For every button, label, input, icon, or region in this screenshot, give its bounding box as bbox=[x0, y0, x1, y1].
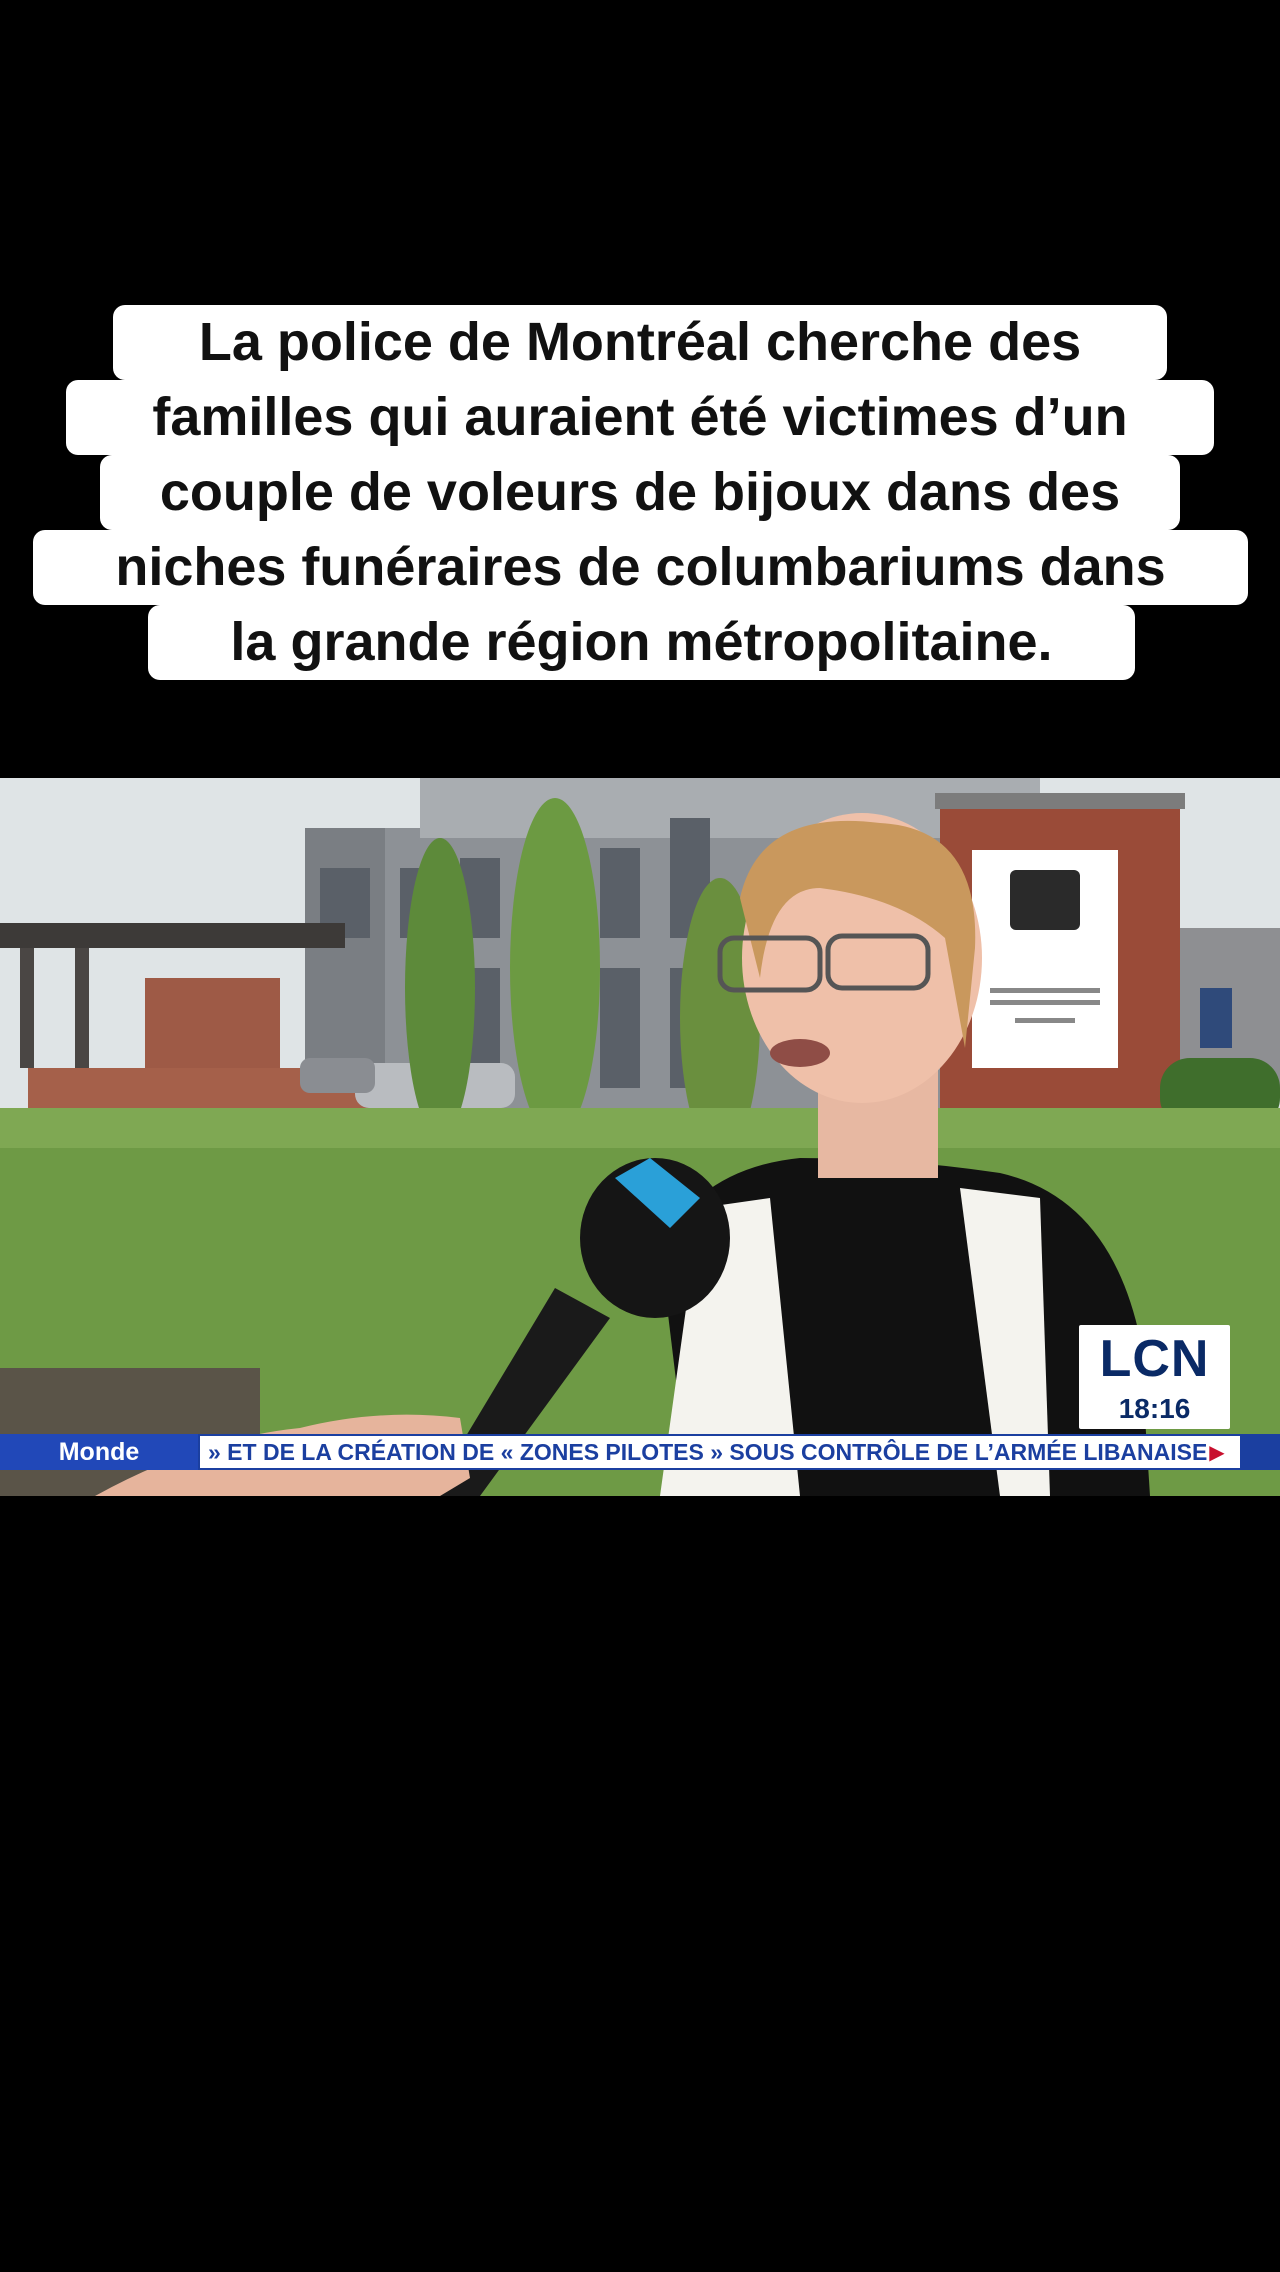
lcn-logo: LCN bbox=[1099, 1330, 1210, 1388]
channel-bug: LCN 18:16 bbox=[1079, 1325, 1230, 1429]
tree bbox=[510, 798, 600, 1138]
tree bbox=[405, 838, 475, 1138]
caption-line-5: la grande région métropolitaine. bbox=[148, 605, 1135, 680]
sign-logo-icon bbox=[1010, 870, 1080, 930]
caption-line-4: niches funéraires de columbariums dans bbox=[33, 530, 1248, 605]
canopy bbox=[0, 923, 345, 948]
caption-line-2: familles qui auraient été victimes d’un bbox=[66, 380, 1214, 455]
ticker-section-label: Monde bbox=[0, 1434, 198, 1470]
broadcast-time: 18:16 bbox=[1118, 1393, 1191, 1424]
caption-line-3: couple de voleurs de bijoux dans des bbox=[100, 455, 1180, 530]
caption-line-1: La police de Montréal cherche des bbox=[113, 305, 1167, 380]
ticker-crawl-text: » ET DE LA CRÉATION DE « ZONES PILOTES »… bbox=[200, 1436, 1240, 1468]
news-ticker: Monde » ET DE LA CRÉATION DE « ZONES PIL… bbox=[0, 1434, 1280, 1470]
ticker-arrow-icon: ▶ bbox=[1209, 1440, 1225, 1464]
